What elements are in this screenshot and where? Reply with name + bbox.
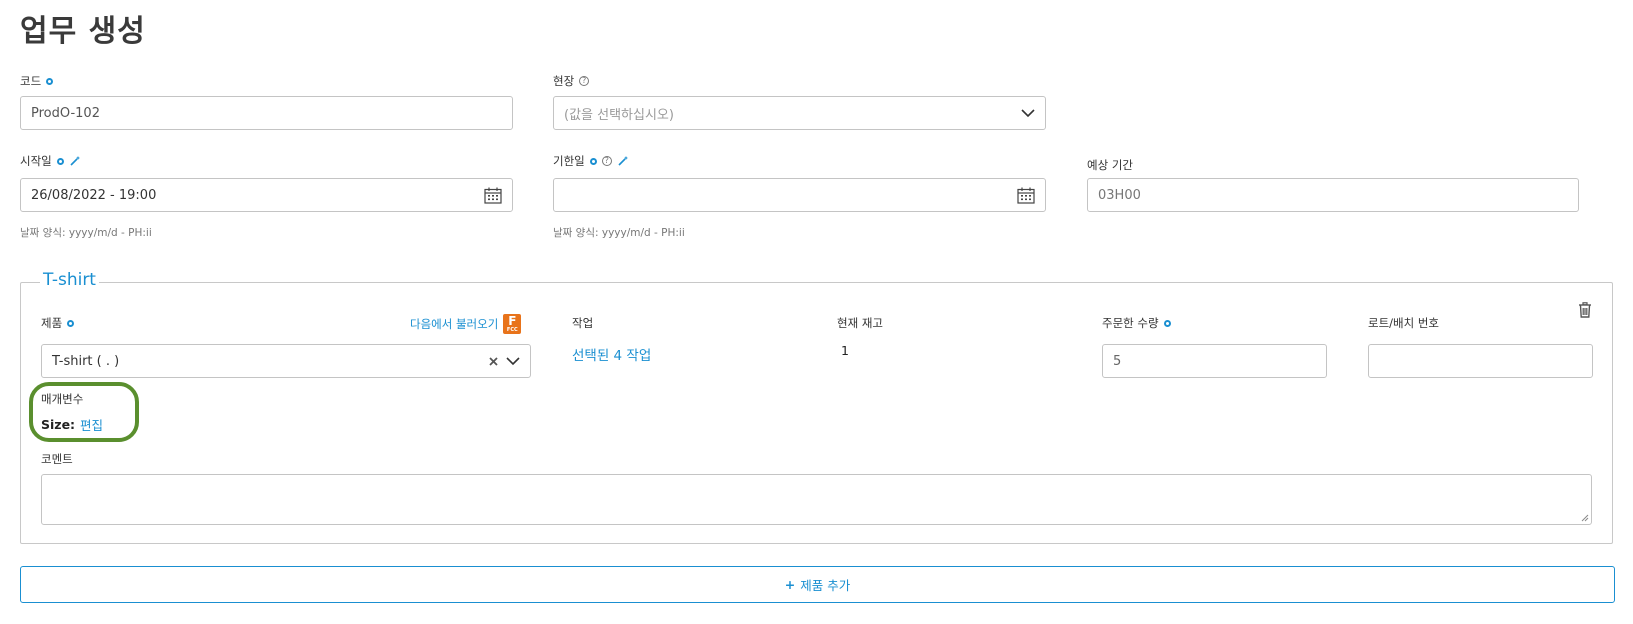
fcc-sub: FCC [506,327,518,333]
task-link[interactable]: 선택된 4 작업 [572,344,651,364]
start-date-label-text: 시작일 [20,154,52,168]
product-label: 제품 [41,315,75,331]
param-name: Size: [41,417,76,432]
magic-wand-icon[interactable] [69,155,81,167]
chevron-down-icon[interactable] [1021,108,1035,118]
product-select[interactable]: T-shirt ( . ) [41,344,531,378]
stock-value: 1 [841,343,849,358]
start-date-hint: 날짜 양식: yyyy/m/d - PH:ii [20,227,152,239]
required-icon [1163,319,1171,327]
start-date-label: 시작일 [20,153,81,169]
product-label-text: 제품 [41,316,63,330]
chevron-down-icon[interactable] [506,356,520,366]
ordered-qty-input[interactable]: 5 [1102,344,1327,378]
required-icon [56,157,64,165]
resize-handle-icon[interactable] [1581,514,1589,522]
due-date-hint: 날짜 양식: yyyy/m/d - PH:ii [553,227,685,239]
due-date-input[interactable] [553,178,1046,212]
code-input[interactable]: ProdO-102 [20,96,513,130]
site-label: 현장 ? [553,73,590,89]
load-from[interactable]: 다음에서 불러오기 F FCC [410,314,522,334]
expected-duration-label: 예상 기간 [1087,157,1133,173]
site-select[interactable]: (값을 선택하십시오) [553,96,1046,130]
expected-duration-input[interactable]: 03H00 [1087,178,1579,212]
lot-label: 로트/배치 번호 [1368,315,1439,331]
calendar-icon[interactable] [1017,187,1035,204]
param-size: Size: 편집 [41,415,103,434]
due-date-label-text: 기한일 [553,154,585,168]
product-legend: T-shirt [40,270,99,290]
code-label: 코드 [20,73,54,89]
due-date-label: 기한일 ? [553,153,629,169]
trash-icon[interactable] [1578,302,1592,318]
add-product-label: 제품 추가 [800,578,851,593]
start-date-value: 26/08/2022 - 19:00 [31,187,157,203]
required-icon [67,319,75,327]
expected-duration-value: 03H00 [1098,187,1141,203]
ordered-qty-label: 주문한 수량 [1102,315,1171,331]
code-value: ProdO-102 [31,105,100,121]
site-placeholder: (값을 선택하십시오) [564,107,674,123]
expected-duration-label-text: 예상 기간 [1087,158,1133,172]
page-title: 업무 생성 [20,14,146,49]
magic-wand-icon[interactable] [617,155,629,167]
task-label: 작업 [572,315,593,331]
plus-icon: + [784,577,796,592]
param-edit-link[interactable]: 편집 [80,415,103,434]
params-label-text: 매개변수 [41,392,84,406]
ordered-qty-value: 5 [1113,353,1122,369]
start-date-input[interactable]: 26/08/2022 - 19:00 [20,178,513,212]
comment-label: 코멘트 [41,451,73,467]
fcc-icon[interactable]: F FCC [503,314,522,334]
stock-label: 현재 재고 [837,315,883,331]
lot-label-text: 로트/배치 번호 [1368,316,1440,330]
params-label: 매개변수 [41,391,83,407]
required-icon [589,157,597,165]
load-from-link[interactable]: 다음에서 불러오기 [410,316,498,332]
comment-textarea[interactable] [41,474,1592,525]
help-icon[interactable]: ? [601,156,612,166]
add-product-button[interactable]: + 제품 추가 [20,566,1615,603]
stock-value-text: 1 [841,343,849,358]
task-value[interactable]: 선택된 4 작업 [572,344,651,364]
ordered-qty-label-text: 주문한 수량 [1102,316,1159,330]
code-label-text: 코드 [20,74,42,88]
product-value: T-shirt ( . ) [52,353,120,369]
fcc-letter: F [508,314,517,328]
help-icon[interactable]: ? [579,76,590,86]
comment-label-text: 코멘트 [41,452,73,466]
clear-icon[interactable] [489,356,498,366]
required-icon [46,77,54,85]
calendar-icon[interactable] [484,187,502,204]
site-label-text: 현장 [553,74,575,88]
stock-label-text: 현재 재고 [837,316,883,330]
task-label-text: 작업 [572,316,594,330]
lot-input[interactable] [1368,344,1593,378]
